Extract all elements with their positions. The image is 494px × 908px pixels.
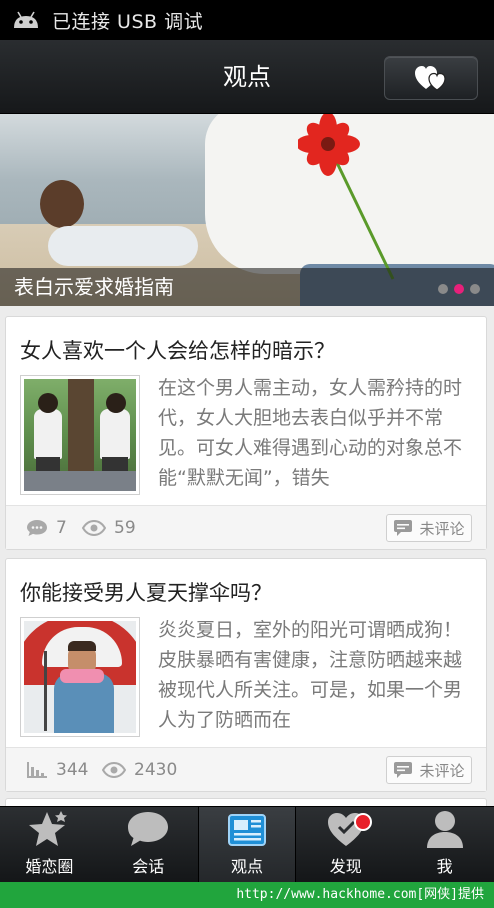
level-count-value: 344 [56,760,89,780]
bottom-tab-bar: 婚恋圈 会话 观点 发现 我 [0,806,494,883]
article-card[interactable]: 你能接受男人夏天撑伞吗？ 炎炎夏日，室外的阳光可谓晒成狗！皮肤暴晒有害健康，注意… [5,558,487,792]
status-bar: 已连接 USB 调试 [0,0,494,40]
comment-icon [394,520,413,536]
comment-icon [394,762,413,778]
view-count: 59 [82,506,136,550]
flower-icon [298,114,395,280]
article-thumbnail [20,617,140,737]
comment-button-label: 未评论 [419,519,465,538]
view-count: 2430 [102,748,177,792]
usb-debug-status: 已连接 USB 调试 [52,10,204,33]
comment-count-value: 7 [56,518,67,538]
level-count: 344 [26,748,88,792]
person-icon [426,811,463,848]
comment-count: 7 [26,506,67,550]
tab-me[interactable]: 我 [395,807,494,883]
watermark: http://www.hackhome.com[网侠]提供 [0,882,494,908]
eye-icon [102,762,126,778]
favorites-button[interactable] [384,56,478,100]
banner-page-indicator [438,284,480,294]
android-icon [14,11,38,28]
banner-caption: 表白示爱求婚指南 [14,275,174,299]
tab-chat[interactable]: 会话 [99,807,198,883]
page-dot-active [454,284,464,294]
view-count-value: 2430 [134,760,178,780]
newspaper-icon [227,814,266,846]
view-count-value: 59 [114,518,136,538]
notification-badge [354,813,373,831]
bar-chart-icon [27,762,47,778]
chat-bubble-icon [128,812,169,846]
article-footer: 344 2430 未评论 [6,747,486,791]
app-screen: 已连接 USB 调试 观点 表白示爱求婚指南 女人喜欢一个人会给怎样的暗示？ 在… [0,0,494,908]
page-dot [470,284,480,294]
article-title: 女人喜欢一个人会给怎样的暗示？ [20,339,335,363]
eye-icon [82,520,106,536]
banner-photo-woman-hair [40,180,84,228]
article-thumbnail [20,375,140,495]
featured-banner[interactable]: 表白示爱求婚指南 [0,114,494,306]
tab-marriage-circle[interactable]: 婚恋圈 [0,807,99,883]
article-title: 你能接受男人夏天撑伞吗？ [20,581,272,605]
tab-viewpoints[interactable]: 观点 [197,807,297,883]
article-card[interactable]: 女人喜欢一个人会给怎样的暗示？ 在这个男人需主动，女人需矜持的时代，女人大胆地去… [5,316,487,550]
hearts-icon [415,66,446,91]
tab-label: 我 [436,857,453,876]
star-icon [29,811,68,846]
tab-label: 发现 [329,857,362,876]
comment-button[interactable]: 未评论 [386,514,472,542]
tab-discover[interactable]: 发现 [296,807,395,883]
article-excerpt: 炎炎夏日，室外的阳光可谓晒成狗！皮肤暴晒有害健康，注意防晒越来越被现代人所关注。… [158,619,463,731]
article-excerpt: 在这个男人需主动，女人需矜持的时代，女人大胆地去表白似乎并不常见。可女人难得遇到… [158,377,463,489]
banner-photo-woman [48,226,198,266]
tab-label: 婚恋圈 [25,857,74,876]
article-footer: 7 59 未评论 [6,505,486,549]
tab-label: 会话 [132,857,165,876]
page-dot [438,284,448,294]
comment-button-label: 未评论 [419,761,465,780]
comment-button[interactable]: 未评论 [386,756,472,784]
title-bar: 观点 [0,40,494,114]
chat-icon [27,520,47,536]
tab-label: 观点 [230,857,263,876]
